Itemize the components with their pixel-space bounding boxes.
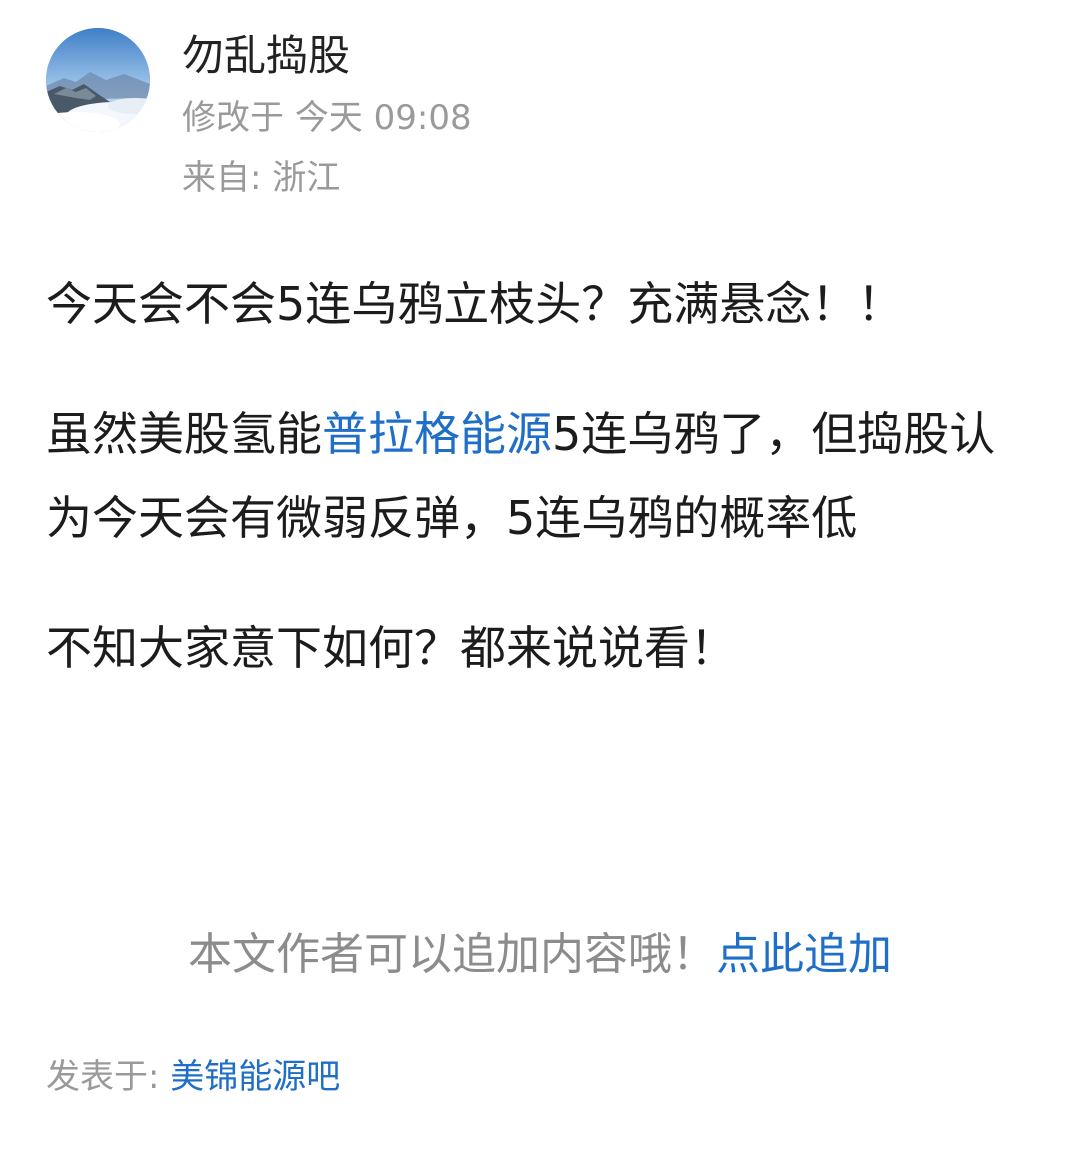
modified-time: 修改于 今天 09:08: [182, 96, 472, 140]
paragraph-2: 虽然美股氢能普拉格能源5连乌鸦了，但捣股认为今天会有微弱反弹，5连乌鸦的概率低: [46, 392, 1006, 560]
modified-value: 今天 09:08: [294, 98, 472, 138]
append-content-link[interactable]: 点此追加: [716, 929, 892, 980]
author-avatar[interactable]: [46, 28, 150, 132]
posted-in: 发表于: 美锦能源吧: [46, 1054, 340, 1100]
post-header: 勿乱捣股 修改于 今天 09:08 来自: 浙江: [46, 28, 1026, 208]
location-value: 浙江: [272, 158, 341, 198]
paragraph-2-text-before: 虽然美股氢能: [46, 407, 322, 461]
location-label: 来自:: [182, 158, 262, 198]
stock-link[interactable]: 普拉格能源: [322, 407, 552, 461]
post-body: 今天会不会5连乌鸦立枝头？充满悬念！！ 虽然美股氢能普拉格能源5连乌鸦了，但捣股…: [46, 262, 1006, 736]
posted-in-label: 发表于:: [46, 1057, 160, 1097]
mountain-avatar-icon: [46, 28, 150, 132]
modified-label: 修改于: [182, 98, 284, 138]
post-location: 来自: 浙江: [182, 156, 340, 200]
append-prompt: 本文作者可以追加内容哦！: [188, 929, 716, 980]
author-name[interactable]: 勿乱捣股: [182, 30, 350, 82]
paragraph-1: 今天会不会5连乌鸦立枝头？充满悬念！！: [46, 277, 904, 331]
paragraph-3: 不知大家意下如何？都来说说看！: [46, 621, 736, 675]
forum-link[interactable]: 美锦能源吧: [170, 1057, 340, 1097]
append-content-row: 本文作者可以追加内容哦！点此追加: [0, 924, 1080, 986]
